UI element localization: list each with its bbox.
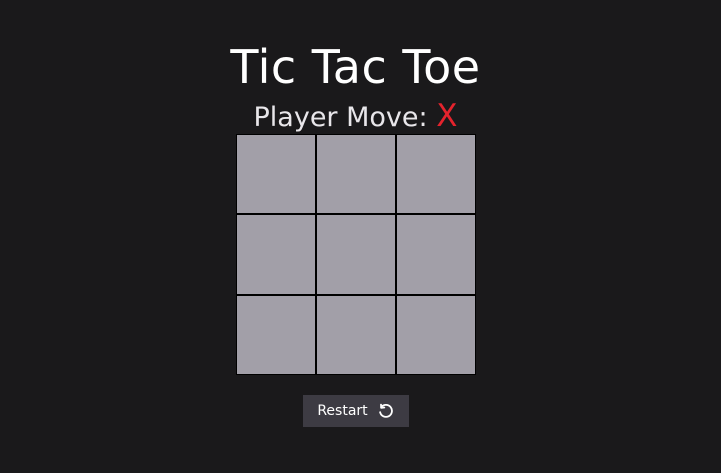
board-cell-9[interactable] [397, 295, 475, 374]
board-cell-2[interactable] [317, 135, 395, 214]
current-player-marker: X [436, 98, 458, 134]
player-move-label: Player Move: [253, 102, 428, 133]
game-board [236, 134, 476, 375]
board-cell-8[interactable] [317, 295, 395, 374]
page-title: Tic Tac Toe [230, 39, 481, 94]
restart-label: Restart [317, 403, 368, 419]
board-cell-7[interactable] [237, 295, 315, 374]
tic-tac-toe-page: Tic Tac Toe Player Move: X Restart [0, 0, 721, 473]
board-cell-1[interactable] [237, 135, 315, 214]
restart-icon [377, 402, 395, 420]
board-cell-3[interactable] [397, 135, 475, 214]
board-cell-5[interactable] [317, 215, 395, 294]
board-cell-6[interactable] [397, 215, 475, 294]
player-move-status: Player Move: X [0, 98, 711, 136]
restart-button[interactable]: Restart [303, 395, 409, 427]
board-cell-4[interactable] [237, 215, 315, 294]
